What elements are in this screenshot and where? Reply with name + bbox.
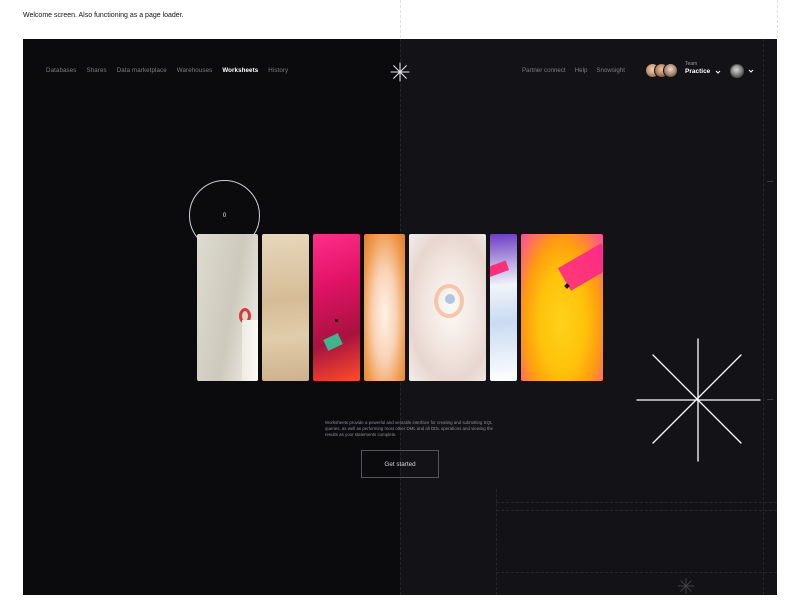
welcome-screen: Welcome screen. Also functioning as a pa… xyxy=(0,0,800,600)
guide-line xyxy=(496,489,497,595)
artwork-panel xyxy=(197,234,258,381)
profile-menu[interactable] xyxy=(730,64,754,78)
artwork-panel xyxy=(521,234,603,381)
guide-line xyxy=(496,510,777,511)
team-switcher[interactable]: Team Practice xyxy=(685,61,721,75)
guide-line xyxy=(400,0,401,38)
nav-item-warehouses[interactable]: Warehouses xyxy=(177,67,213,74)
worksheets-description: Worksheets provide a powerful and versat… xyxy=(325,420,494,437)
artwork-panel xyxy=(313,234,360,381)
nav-item-snowsight[interactable]: Snowsight xyxy=(596,67,625,74)
nav-item-databases[interactable]: Databases xyxy=(46,67,76,74)
guide-tick xyxy=(767,181,773,182)
team-label: Team xyxy=(685,61,698,67)
artwork-panel xyxy=(490,234,517,381)
team-avatars[interactable] xyxy=(645,63,679,79)
get-started-button[interactable]: Get started xyxy=(361,450,439,478)
avatar xyxy=(663,63,678,78)
nav-item-data-marketplace[interactable]: Data marketplace xyxy=(117,67,167,74)
guide-line xyxy=(777,0,778,38)
artwork-panel xyxy=(364,234,405,381)
asterisk-icon xyxy=(636,338,761,462)
team-name: Practice xyxy=(685,68,711,75)
avatar xyxy=(730,64,744,78)
main-nav: Databases Shares Data marketplace Wareho… xyxy=(46,67,288,74)
asterisk-logo-icon[interactable] xyxy=(389,61,411,83)
artwork-panel xyxy=(409,234,486,381)
nav-item-help[interactable]: Help xyxy=(575,67,588,74)
nav-item-shares[interactable]: Shares xyxy=(86,67,106,74)
asterisk-icon xyxy=(678,578,694,594)
chevron-down-icon xyxy=(748,69,754,73)
secondary-nav: Partner connect Help Snowsight xyxy=(522,67,625,74)
guide-tick xyxy=(767,399,773,400)
nav-item-worksheets[interactable]: Worksheets xyxy=(222,67,258,74)
guide-line xyxy=(496,502,777,503)
artwork-panel xyxy=(262,234,309,381)
chevron-down-icon xyxy=(715,70,721,74)
nav-item-partner-connect[interactable]: Partner connect xyxy=(522,67,566,74)
guide-line xyxy=(496,572,777,573)
nav-item-history[interactable]: History xyxy=(268,67,288,74)
app-frame: Databases Shares Data marketplace Wareho… xyxy=(23,39,777,595)
screen-caption: Welcome screen. Also functioning as a pa… xyxy=(23,12,184,19)
guide-line xyxy=(763,39,764,595)
